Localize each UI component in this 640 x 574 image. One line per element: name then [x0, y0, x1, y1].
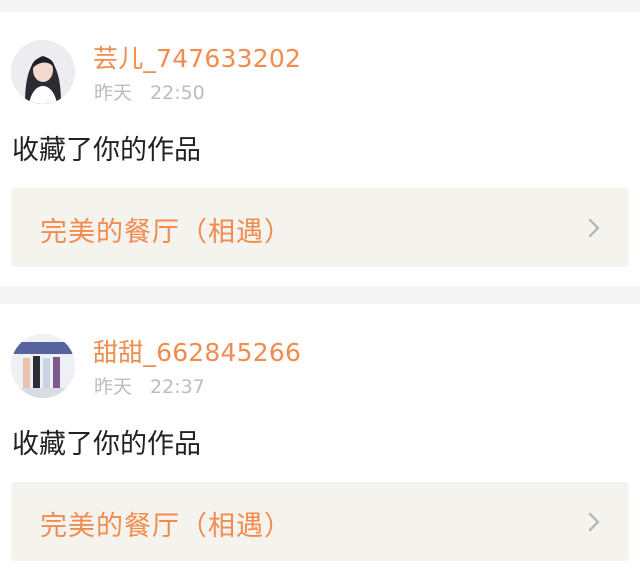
work-link[interactable]: 完美的餐厅（相遇）	[11, 188, 629, 267]
timestamp-time: 22:50	[150, 82, 205, 104]
section-divider	[0, 286, 640, 304]
notification-card: 甜甜_662845266 昨天 22:37 收藏了你的作品 完美的餐厅（相遇）	[0, 304, 640, 574]
username[interactable]: 芸儿_747633202	[93, 39, 301, 75]
chevron-right-icon	[588, 218, 600, 238]
chevron-right-icon	[588, 512, 600, 532]
top-spacer	[0, 0, 640, 12]
work-title: 完美的餐厅（相遇）	[40, 217, 292, 248]
avatar[interactable]	[11, 40, 75, 104]
timestamp: 昨天 22:37	[94, 372, 205, 399]
action-text: 收藏了你的作品	[12, 429, 201, 460]
work-title: 完美的餐厅（相遇）	[40, 511, 292, 542]
user-avatar-icon	[11, 40, 75, 104]
timestamp-date: 昨天	[94, 376, 133, 398]
work-link[interactable]: 完美的餐厅（相遇）	[11, 482, 629, 561]
timestamp-time: 22:37	[150, 376, 205, 398]
notification-card: 芸儿_747633202 昨天 22:50 收藏了你的作品 完美的餐厅（相遇）	[0, 12, 640, 286]
avatar[interactable]	[11, 334, 75, 398]
timestamp: 昨天 22:50	[94, 78, 205, 105]
user-avatar-icon	[11, 334, 75, 398]
timestamp-date: 昨天	[94, 82, 133, 104]
username[interactable]: 甜甜_662845266	[93, 333, 301, 369]
action-text: 收藏了你的作品	[12, 135, 201, 166]
